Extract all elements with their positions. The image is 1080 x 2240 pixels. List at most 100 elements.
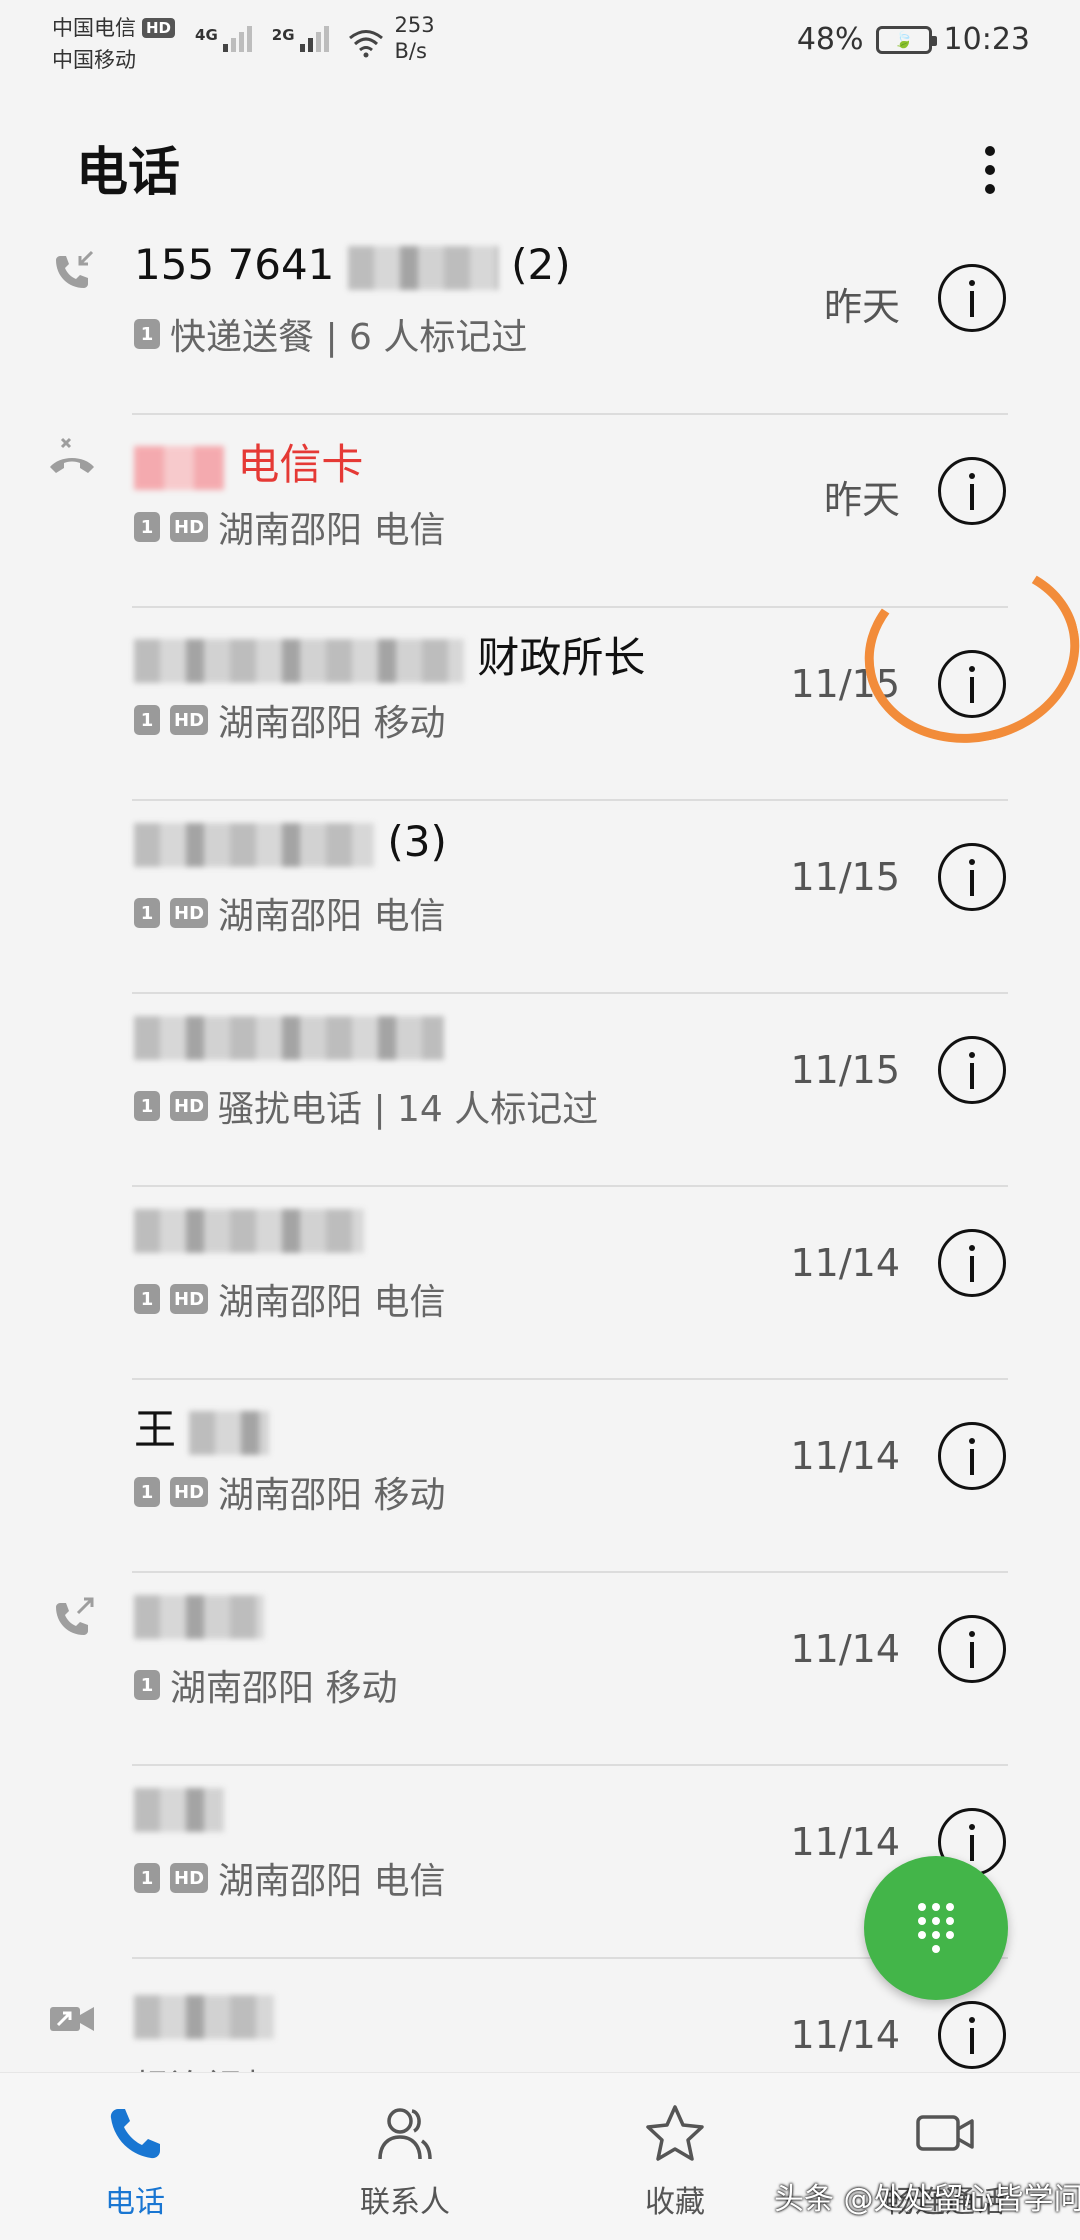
- dialpad-fab[interactable]: [864, 1856, 1008, 2000]
- sim-badge: 1: [134, 1670, 160, 1700]
- contact-name: [134, 1989, 274, 2039]
- signal-icon-2: 2G: [272, 26, 329, 52]
- more-menu-icon[interactable]: [966, 138, 1014, 202]
- call-log-row[interactable]: (3) 1 HD 湖南邵阳 电信 11/15: [0, 801, 1080, 994]
- redacted-name: [134, 638, 464, 683]
- hd-badge: HD: [170, 1284, 209, 1314]
- video-call-icon: [916, 2115, 974, 2151]
- hd-badge: HD: [170, 898, 209, 928]
- contact-name: 王: [134, 1396, 270, 1457]
- contact-name: 155 7641 (2): [134, 240, 571, 290]
- call-date: 11/15: [790, 855, 900, 899]
- sim-badge: 1: [134, 1091, 160, 1121]
- redacted-name: [134, 822, 374, 867]
- info-icon[interactable]: [938, 1422, 1006, 1490]
- call-date: 昨天: [823, 285, 900, 329]
- carrier-2: 中国移动: [52, 48, 136, 72]
- call-date: 11/14: [790, 2013, 900, 2057]
- sim-badge: 1: [134, 705, 160, 735]
- redacted-name: [134, 1994, 274, 2039]
- call-date: 11/14: [790, 1241, 900, 1285]
- outgoing-call-icon: [56, 1597, 94, 1635]
- battery-percent: 48%: [796, 22, 864, 57]
- clock: 10:23: [943, 22, 1030, 57]
- call-log-row[interactable]: 1 HD 骚扰电话 | 14 人标记过 11/15: [0, 994, 1080, 1187]
- hd-badge: HD: [170, 1477, 209, 1507]
- call-subtitle: 1 HD 湖南邵阳 移动: [134, 1466, 445, 1518]
- star-icon: [646, 2105, 704, 2161]
- info-icon[interactable]: [938, 1229, 1006, 1297]
- call-date: 11/15: [790, 1048, 900, 1092]
- network-speed: 253 B/s: [394, 13, 435, 63]
- redacted-number: [347, 245, 498, 290]
- call-date: 11/14: [790, 1627, 900, 1671]
- call-log-row[interactable]: 1 湖南邵阳 移动 11/14: [0, 1573, 1080, 1766]
- info-icon[interactable]: [938, 457, 1006, 525]
- carrier-info: 中国电信 HD 中国移动: [52, 12, 176, 76]
- redacted-name: [189, 1410, 270, 1455]
- info-icon[interactable]: [938, 650, 1006, 718]
- sim-badge: 1: [134, 512, 160, 542]
- contact-name: (3): [134, 817, 447, 867]
- sim-badge: 1: [134, 898, 160, 928]
- info-icon[interactable]: [938, 264, 1006, 332]
- sim-badge: 1: [134, 1284, 160, 1314]
- sim-badge: 1: [134, 319, 160, 349]
- hd-badge: HD: [170, 1091, 209, 1121]
- call-log-row[interactable]: 财政所长 1 HD 湖南邵阳 移动 11/15: [0, 608, 1080, 801]
- call-subtitle: 1 HD 湖南邵阳 电信: [134, 501, 445, 553]
- watermark: 头条 @处处留心皆学问: [774, 2182, 1080, 2217]
- call-log-row[interactable]: 电信卡 1 HD 湖南邵阳 电信 昨天: [0, 415, 1080, 608]
- call-log-row[interactable]: 155 7641 (2) 1 快递送餐 | 6 人标记过 昨天: [0, 222, 1080, 415]
- info-icon[interactable]: [938, 2001, 1006, 2069]
- call-subtitle: 1 HD 骚扰电话 | 14 人标记过: [134, 1080, 598, 1132]
- battery-icon: 🍃: [875, 25, 937, 54]
- contact-name: [134, 1203, 364, 1253]
- contact-name: [134, 1782, 224, 1832]
- hd-badge: HD: [142, 18, 176, 38]
- carrier-1: 中国电信: [52, 16, 136, 40]
- call-subtitle: 1 HD 湖南邵阳 电信: [134, 1852, 445, 1904]
- redacted-name: [134, 1208, 364, 1253]
- redacted-name: [134, 1594, 264, 1639]
- phone-icon: [110, 2109, 160, 2159]
- call-date: 11/14: [790, 1820, 900, 1864]
- call-log-row[interactable]: 王 1 HD 湖南邵阳 移动 11/14: [0, 1380, 1080, 1573]
- hd-badge: HD: [170, 512, 209, 542]
- redacted-number: [134, 1015, 444, 1060]
- nav-tab-phone[interactable]: 电话: [0, 2073, 270, 2240]
- call-subtitle: 1 HD 湖南邵阳 电信: [134, 887, 445, 939]
- contact-name: [134, 1589, 264, 1639]
- contact-name: 电信卡: [134, 431, 363, 492]
- missed-call-icon: [50, 437, 94, 473]
- call-date: 11/15: [790, 662, 900, 706]
- call-subtitle: 1 湖南邵阳 移动: [134, 1659, 397, 1711]
- page-title: 电话: [76, 143, 181, 203]
- info-icon[interactable]: [938, 843, 1006, 911]
- nav-tab-contacts[interactable]: 联系人: [270, 2073, 540, 2240]
- dialpad-icon: [918, 1903, 954, 1953]
- sim-badge: 1: [134, 1863, 160, 1893]
- call-date: 11/14: [790, 1434, 900, 1478]
- redacted-name: [134, 445, 224, 490]
- hd-badge: HD: [170, 705, 209, 735]
- video-call-icon: [50, 2007, 94, 2031]
- hd-badge: HD: [170, 1863, 209, 1893]
- signal-icon-1: 4G: [195, 26, 252, 52]
- call-subtitle: 1 HD 湖南邵阳 移动: [134, 694, 445, 746]
- info-icon[interactable]: [938, 1615, 1006, 1683]
- call-subtitle: 1 快递送餐 | 6 人标记过: [134, 308, 527, 360]
- call-subtitle: 1 HD 湖南邵阳 电信: [134, 1273, 445, 1325]
- sim-badge: 1: [134, 1477, 160, 1507]
- contact-name: 财政所长: [134, 624, 645, 685]
- call-date: 昨天: [823, 478, 900, 522]
- app-bar: 电话: [0, 110, 1080, 220]
- nav-tab-favorites[interactable]: 收藏: [540, 2073, 810, 2240]
- contact-name: [134, 1010, 444, 1060]
- call-log-row[interactable]: 1 HD 湖南邵阳 电信 11/14: [0, 1187, 1080, 1380]
- status-bar: 中国电信 HD 中国移动 4G 2G 253 B/s 48% 🍃 10:23: [0, 0, 1080, 75]
- incoming-call-icon: [56, 250, 94, 288]
- wifi-icon: [348, 30, 383, 58]
- contacts-icon: [378, 2108, 432, 2160]
- info-icon[interactable]: [938, 1036, 1006, 1104]
